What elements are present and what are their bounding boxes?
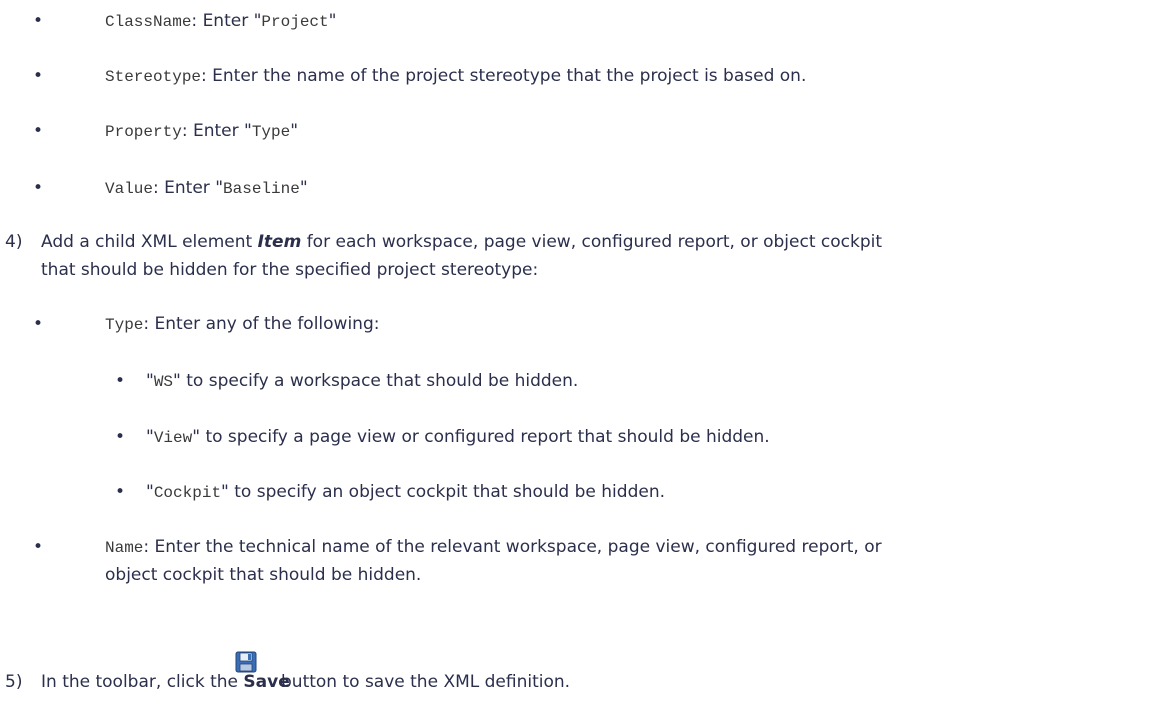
save-icon	[235, 651, 257, 673]
bullet-value: Value: Enter "Baseline"	[105, 178, 308, 198]
bullet-dot: •	[33, 314, 44, 334]
step5-text-rest: button to save the XML definition.	[281, 672, 571, 692]
type-option-cockpit: "Cockpit" to specify an object cockpit t…	[146, 482, 665, 502]
bullet-dot: •	[33, 178, 44, 198]
step-number: 5)	[5, 672, 23, 692]
bullet-dot: •	[115, 427, 126, 447]
bullet-dot: •	[33, 537, 44, 557]
step4-text-line2: that should be hidden for the specified …	[41, 260, 539, 280]
bullet-name: Name: Enter the technical name of the re…	[105, 537, 882, 557]
bullet-property: Property: Enter "Type"	[105, 121, 299, 141]
step4-text: Add a child XML element Item for each wo…	[41, 232, 883, 252]
bullet-dot: •	[115, 371, 126, 391]
type-option-ws: "WS" to specify a workspace that should …	[146, 371, 579, 391]
bullet-type: Type: Enter any of the following:	[105, 314, 380, 334]
bullet-name-line2: object cockpit that should be hidden.	[105, 565, 422, 585]
bullet-dot: •	[115, 482, 126, 502]
type-option-view: "View" to specify a page view or configu…	[146, 427, 770, 447]
document-page: • ClassName: Enter "Project" • Stereotyp…	[0, 0, 1159, 704]
bullet-classname: ClassName: Enter "Project"	[105, 11, 337, 31]
step-number: 4)	[5, 232, 23, 252]
bullet-stereotype: Stereotype: Enter the name of the projec…	[105, 66, 807, 86]
bullet-dot: •	[33, 11, 44, 31]
bullet-dot: •	[33, 121, 44, 141]
bullet-dot: •	[33, 66, 44, 86]
